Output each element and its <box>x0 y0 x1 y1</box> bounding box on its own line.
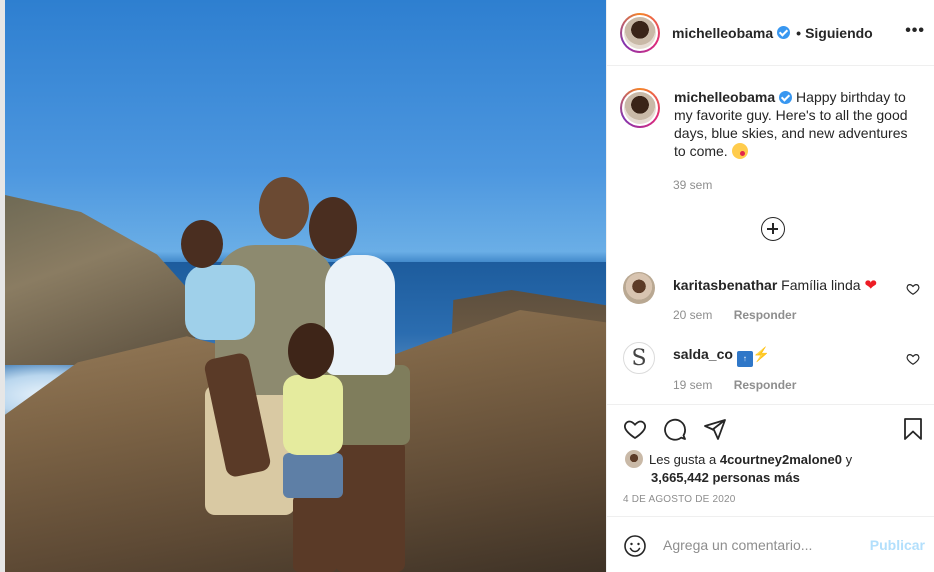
share-paper-plane-icon[interactable] <box>703 417 727 441</box>
photo-kid2-body <box>283 375 343 455</box>
likes-summary: Les gusta a 4courtney2malone0 y 3,665,44… <box>625 450 852 487</box>
liker-username[interactable]: 4courtney2malone0 <box>720 452 842 467</box>
commenter-avatar[interactable] <box>623 272 655 304</box>
post-photo[interactable] <box>0 0 606 572</box>
liker-avatar[interactable] <box>625 450 643 468</box>
author-username[interactable]: michelleobama <box>672 25 773 41</box>
like-heart-icon[interactable] <box>623 417 647 441</box>
high-voltage-emoji-icon: ⚡ <box>752 346 771 362</box>
more-options-icon[interactable]: ••• <box>905 22 925 40</box>
photo-kid1-head <box>181 220 223 268</box>
load-more-comments-icon[interactable] <box>761 217 785 241</box>
comment-time: 20 sem <box>673 308 713 322</box>
follow-status-button[interactable]: Siguiendo <box>805 25 873 41</box>
photo-kid2-head <box>288 323 334 379</box>
caption-text: michelleobama Happy birthday to my favor… <box>674 88 914 160</box>
post-caption: michelleobama Happy birthday to my favor… <box>620 88 925 160</box>
photo-rock-left <box>5 195 195 365</box>
caption-username[interactable]: michelleobama <box>674 89 775 105</box>
caption-avatar[interactable] <box>620 88 660 128</box>
comment-time: 19 sem <box>673 378 713 392</box>
like-comment-heart-icon[interactable] <box>906 352 920 366</box>
verified-badge-icon <box>777 26 791 39</box>
photo-kid2-shorts <box>283 453 343 498</box>
author-avatar[interactable] <box>620 12 660 53</box>
commenter-username[interactable]: salda_co <box>673 346 733 362</box>
likes-prefix: Les gusta a <box>649 452 717 467</box>
commenter-avatar[interactable]: S <box>623 342 655 374</box>
commenter-username[interactable]: karitasbenathar <box>673 277 777 293</box>
likes-count[interactable]: 3,665,442 personas más <box>651 469 852 487</box>
add-comment-bar: Agrega un comentario... Publicar <box>607 516 934 572</box>
verified-badge-icon <box>779 91 793 104</box>
post-date: 4 DE AGOSTO DE 2020 <box>623 494 736 505</box>
photo-family <box>175 175 435 572</box>
save-bookmark-icon[interactable] <box>901 417 925 441</box>
red-heart-emoji-icon: ❤ <box>864 277 878 294</box>
photo-woman-head <box>309 197 357 259</box>
post-header: michelleobama • Siguiendo ••• <box>607 0 934 66</box>
photo-woman-body <box>325 255 395 375</box>
top-arrow-emoji-icon: ↑ <box>736 351 753 367</box>
reply-button[interactable]: Responder <box>734 308 797 322</box>
comment-bubble-icon[interactable] <box>663 417 687 441</box>
photo-man-head <box>259 177 309 239</box>
comment-input[interactable]: Agrega un comentario... <box>663 537 812 553</box>
publish-button[interactable]: Publicar <box>870 537 925 553</box>
comment-text: Família linda <box>781 277 861 293</box>
emoji-smiley-icon[interactable] <box>623 534 647 558</box>
reply-button[interactable]: Responder <box>734 378 797 392</box>
photo-woman-legs <box>335 440 405 572</box>
post-panel: michelleobama • Siguiendo ••• michelleob… <box>606 0 934 572</box>
post-actions-bar <box>607 404 934 454</box>
like-comment-heart-icon[interactable] <box>906 282 920 296</box>
kiss-face-emoji-icon <box>731 143 748 159</box>
photo-kid1-body <box>185 265 255 340</box>
caption-timestamp[interactable]: 39 sem <box>673 178 712 192</box>
photo-kid2-legs <box>293 495 337 572</box>
